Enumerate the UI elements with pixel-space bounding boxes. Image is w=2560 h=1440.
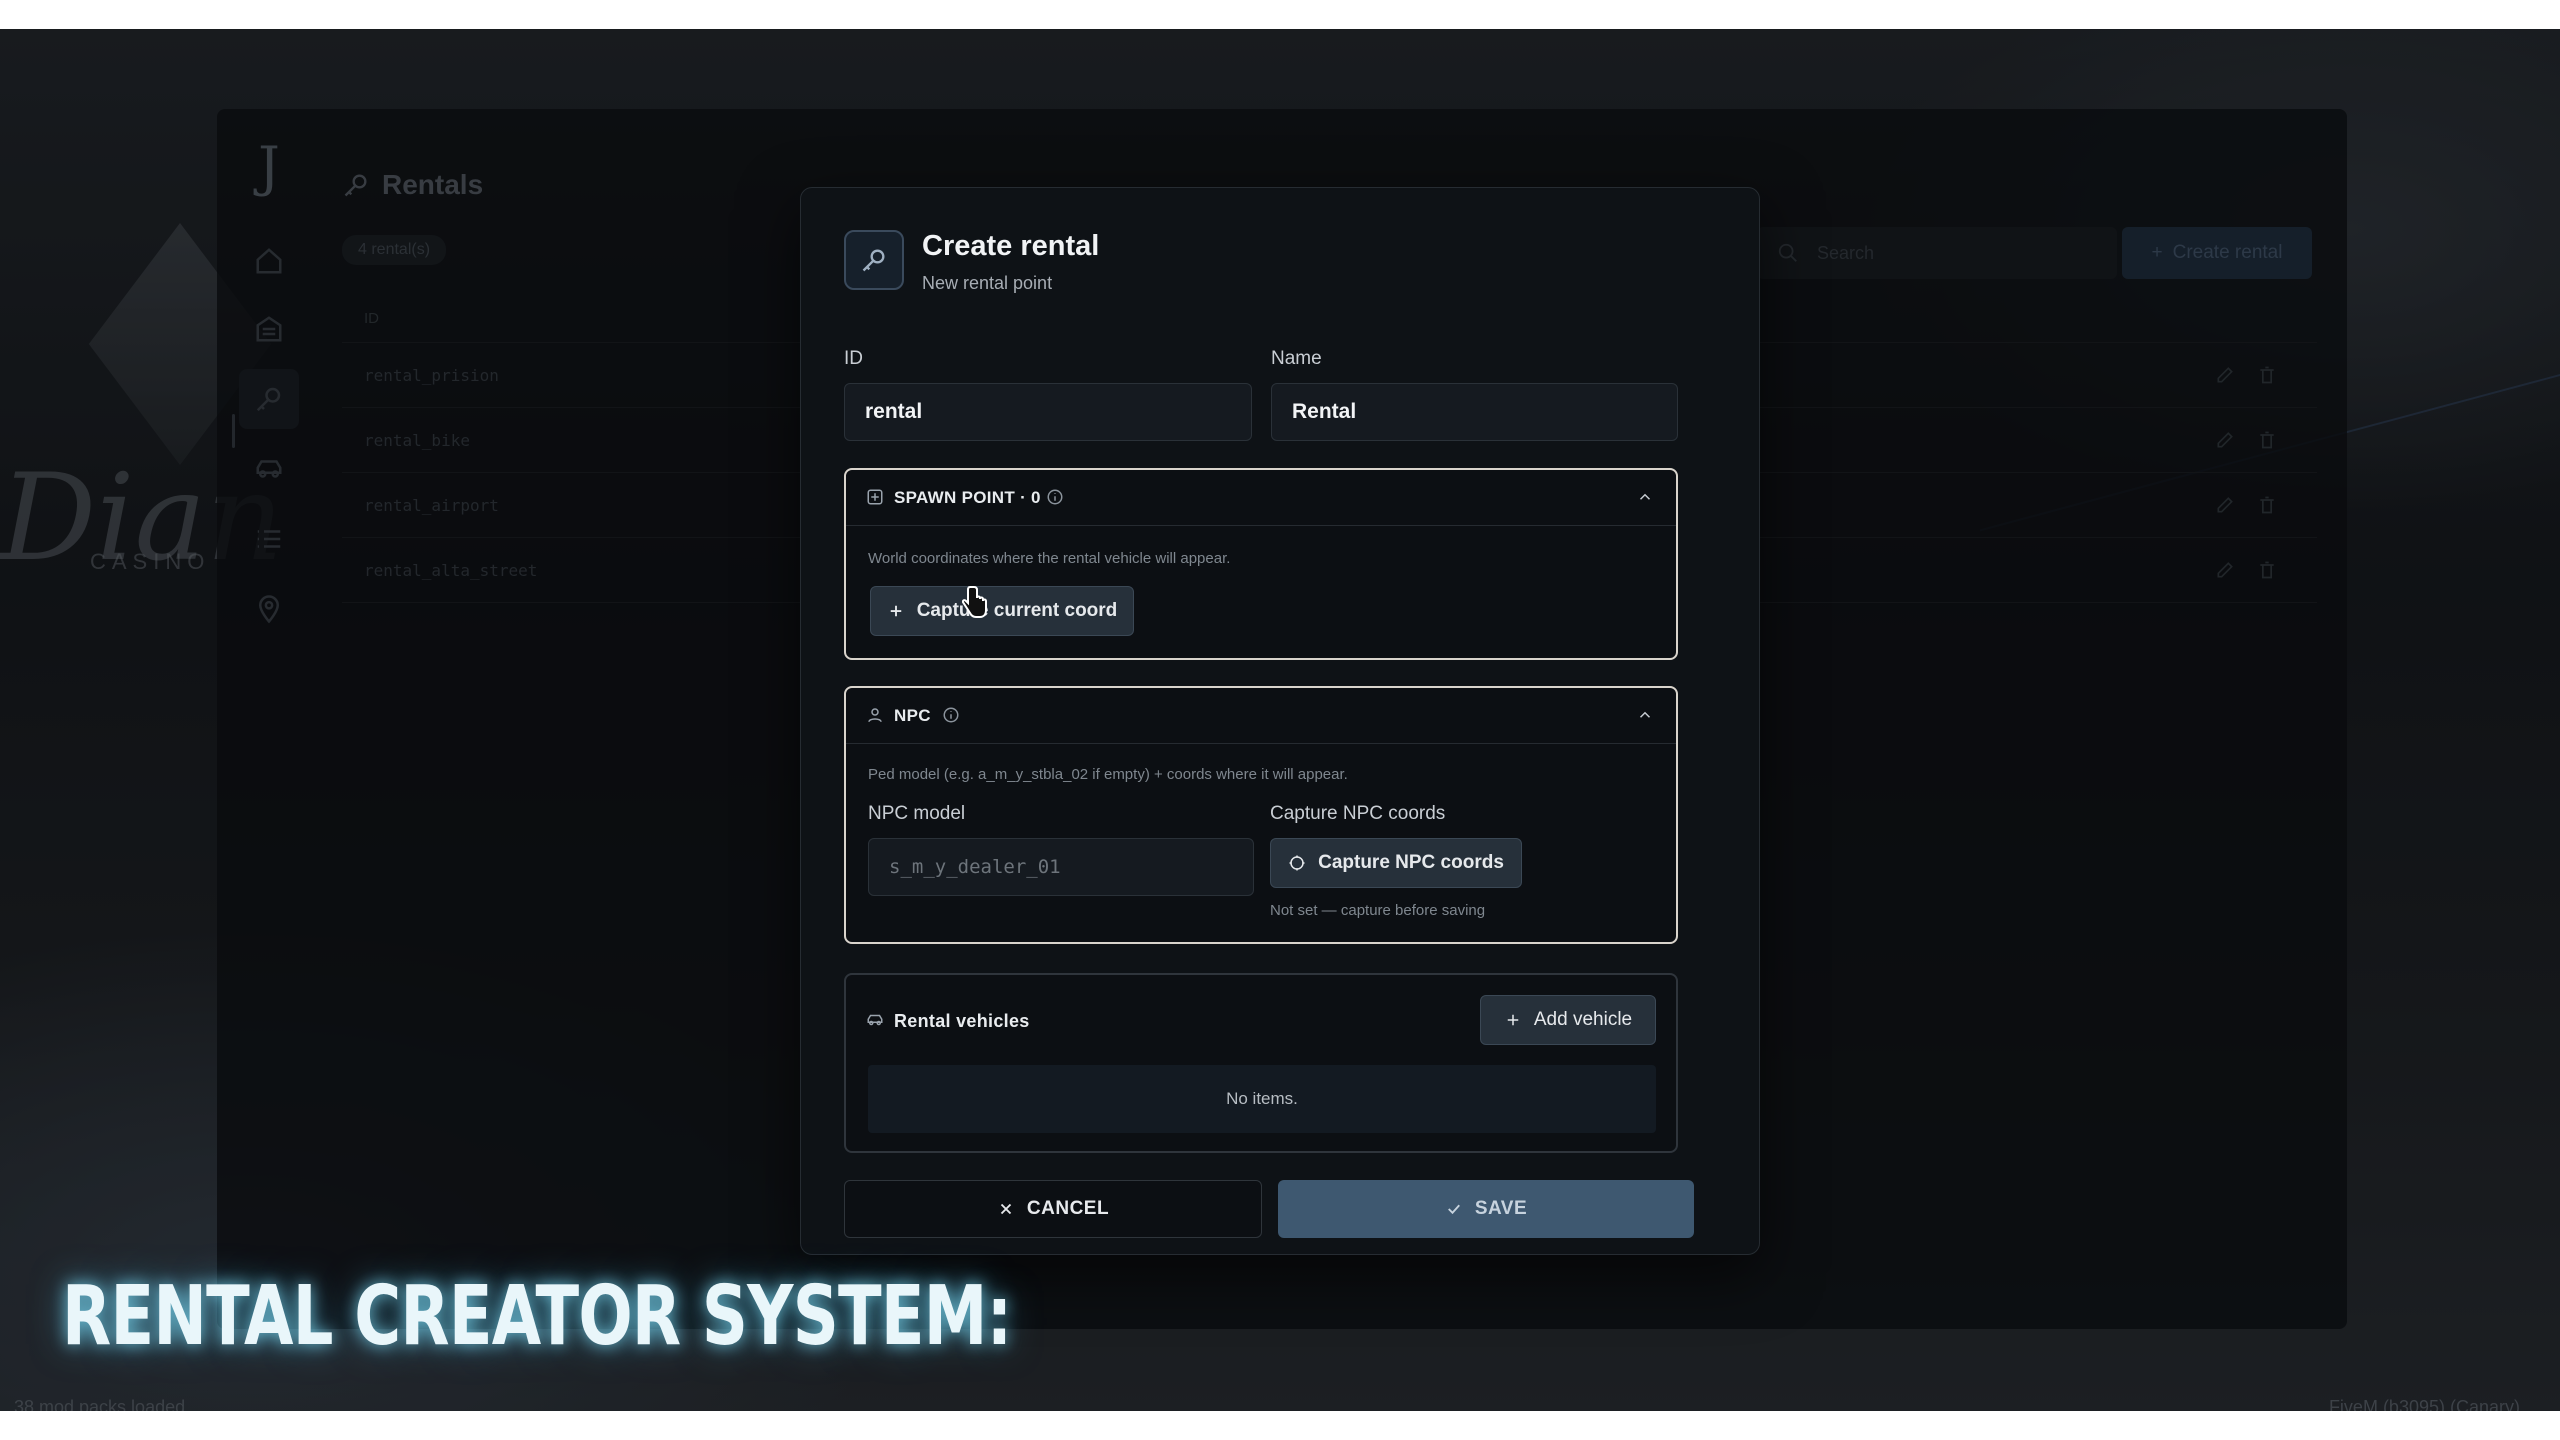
spawn-point-section: SPAWN POINT · 0 World coordinates where … (844, 468, 1678, 660)
modal-subtitle: New rental point (922, 273, 1053, 293)
add-vehicle-button[interactable]: Add vehicle (1480, 995, 1656, 1045)
name-label: Name (1271, 348, 1322, 369)
spawn-point-description: World coordinates where the rental vehic… (868, 550, 1231, 567)
plus-icon (1507, 1014, 1519, 1026)
create-rental-modal: Create rental New rental point ID rental… (800, 187, 1760, 1255)
save-button[interactable]: SAVE (1278, 1180, 1694, 1238)
capture-npc-coords-button[interactable]: Capture NPC coords (1270, 838, 1522, 888)
cancel-label: CANCEL (1026, 1198, 1110, 1219)
npc-header[interactable]: NPC (846, 688, 1676, 744)
user-icon (868, 708, 882, 723)
rental-vehicles-section: Rental vehicles Add vehicle No items. (844, 973, 1678, 1153)
id-input[interactable]: rental (844, 383, 1252, 441)
modal-title: Create rental (922, 230, 1100, 262)
vehicles-empty-state: No items. (868, 1065, 1656, 1133)
check-icon (1447, 1204, 1460, 1215)
capture-current-coord-button[interactable]: Capture current coord (870, 586, 1134, 636)
footer-status-left: 38 mod packs loaded (14, 1397, 186, 1411)
id-label: ID (844, 348, 863, 369)
name-input[interactable]: Rental (1271, 383, 1678, 441)
capture-current-coord-label: Capture current coord (916, 600, 1118, 621)
crosshair-square-icon (867, 489, 883, 505)
capture-npc-coords-button-label: Capture NPC coords (1318, 852, 1504, 873)
key-icon (844, 230, 904, 290)
npc-description: Ped model (e.g. a_m_y_stbla_02 if empty)… (868, 766, 1348, 783)
capture-npc-coords-label: Capture NPC coords (1270, 803, 1446, 824)
save-label: SAVE (1474, 1198, 1528, 1219)
chevron-up-icon[interactable] (1636, 706, 1654, 724)
rental-vehicles-title: Rental vehicles (894, 1011, 1030, 1031)
car-icon (867, 1014, 883, 1026)
npc-model-label: NPC model (868, 803, 966, 824)
cancel-button[interactable]: CANCEL (844, 1180, 1262, 1238)
info-icon[interactable] (1046, 488, 1064, 506)
npc-section: NPC Ped model (e.g. a_m_y_stbla_02 if em… (844, 686, 1678, 944)
npc-model-input[interactable]: s_m_y_dealer_01 (868, 838, 1254, 896)
spawn-point-title: SPAWN POINT · 0 (894, 488, 1041, 507)
game-screen: Dian CASINO J Rentals 4 rental(s) Search… (0, 29, 2560, 1411)
chevron-up-icon[interactable] (1636, 488, 1654, 506)
close-icon (1000, 1203, 1012, 1215)
crosshair-icon (1289, 855, 1305, 871)
footer-status-right: FiveM (b3095) (Canary) (2328, 1397, 2520, 1411)
npc-coords-hint: Not set — capture before saving (1270, 902, 1486, 919)
spawn-point-header[interactable]: SPAWN POINT · 0 (846, 470, 1676, 526)
info-icon[interactable] (942, 706, 960, 724)
plus-icon (890, 605, 901, 617)
npc-title: NPC (894, 706, 931, 725)
add-vehicle-label: Add vehicle (1533, 1009, 1633, 1030)
mouse-cursor-icon (962, 586, 987, 618)
video-caption: RENTAL CREATOR SYSTEM: (62, 1269, 1012, 1364)
